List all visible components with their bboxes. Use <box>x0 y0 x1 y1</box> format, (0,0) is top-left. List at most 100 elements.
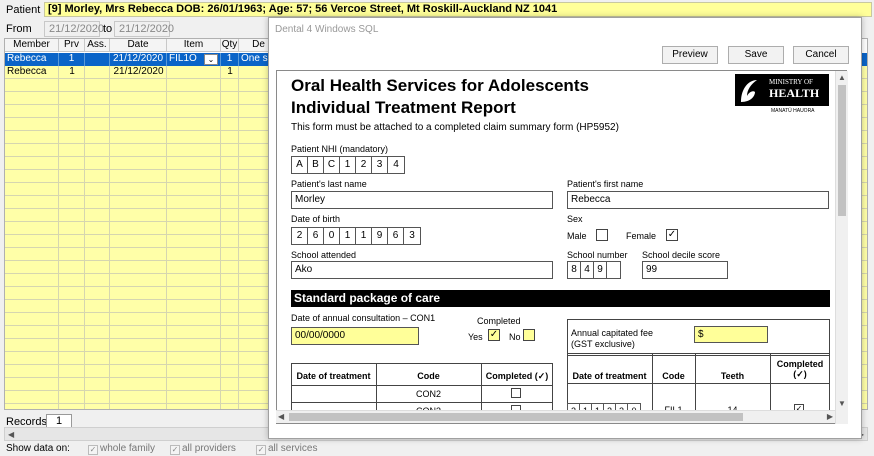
con2-checkbox[interactable] <box>511 388 521 398</box>
nhi-field[interactable]: A B C 1 2 3 4 <box>291 156 405 174</box>
report-document: Oral Health Services for Adolescents Ind… <box>276 70 847 424</box>
school-number-char: 9 <box>594 262 607 278</box>
capitated-fee-label-2: (GST exclusive) <box>571 339 635 349</box>
cell-item[interactable] <box>167 66 221 79</box>
section-heading: Standard package of care <box>291 290 830 307</box>
form-title-line2: Individual Treatment Report <box>291 98 516 117</box>
col-header-date[interactable]: Date <box>110 39 167 52</box>
school-label: School attended <box>291 250 357 260</box>
to-date-field[interactable]: 21/12/2020 <box>114 21 174 37</box>
nhi-char: A <box>292 157 308 173</box>
patient-info-bar: [9] Morley, Mrs Rebecca DOB: 26/01/1963;… <box>44 2 872 17</box>
form-title: Oral Health Services for Adolescents Ind… <box>291 75 589 119</box>
cell-ass <box>85 66 110 79</box>
yes-checkbox[interactable]: ✓ <box>488 329 500 341</box>
cell-qty: 1 <box>221 53 239 66</box>
first-name-label: Patient's first name <box>567 179 644 189</box>
scroll-left-icon[interactable]: ◀ <box>8 430 14 439</box>
document-vertical-scrollbar[interactable]: ▲ ▼ <box>835 71 848 424</box>
col-completed: Completed (✓) <box>776 359 824 379</box>
table-divider <box>567 383 830 384</box>
cell-date: 21/12/2020 <box>110 53 167 66</box>
col-code: Code <box>662 371 685 381</box>
cell-prv: 1 <box>69 66 75 77</box>
cell-qty: 1 <box>227 66 233 77</box>
nhi-char: 3 <box>372 157 388 173</box>
female-checkbox[interactable]: ✓ <box>666 229 678 241</box>
form-subtitle: This form must be attached to a complete… <box>291 122 619 133</box>
ministry-logo: MINISTRY OF HEALTH MANATŪ HAUORA <box>735 74 829 114</box>
col-header-item[interactable]: Item <box>167 39 221 52</box>
cell-member: Rebecca <box>5 53 59 66</box>
nhi-label: Patient NHI (mandatory) <box>291 144 389 154</box>
preview-button[interactable]: Preview <box>662 46 718 64</box>
last-name-label: Patient's last name <box>291 179 367 189</box>
cancel-button[interactable]: Cancel <box>793 46 849 64</box>
vertical-scroll-thumb[interactable] <box>838 85 846 216</box>
document-horizontal-scrollbar[interactable]: ◀ ▶ <box>276 410 835 423</box>
dob-char: 9 <box>372 228 388 244</box>
school-number-char <box>607 262 620 278</box>
col-header-member[interactable]: Member <box>5 39 59 52</box>
dob-char: 6 <box>388 228 404 244</box>
no-checkbox[interactable] <box>523 329 535 341</box>
all-services-option[interactable]: ✓ all services <box>256 443 317 455</box>
save-button[interactable]: Save <box>728 46 784 64</box>
checkbox-icon[interactable]: ✓ <box>170 445 180 455</box>
table-divider <box>291 402 553 403</box>
nhi-char: C <box>324 157 340 173</box>
capitated-fee-label-1: Annual capitated fee <box>571 328 654 338</box>
cell-item-text: FIL1O <box>169 53 197 64</box>
col-date-of-treatment: Date of treatment <box>572 371 647 381</box>
col-date-of-treatment: Date of treatment <box>296 371 371 381</box>
school-number-field[interactable]: 8 4 9 <box>567 261 621 279</box>
dob-field[interactable]: 2 6 0 1 1 9 6 3 <box>291 227 421 245</box>
dob-char: 0 <box>324 228 340 244</box>
dob-char: 3 <box>409 230 415 241</box>
logo-line1: MINISTRY OF <box>769 78 813 86</box>
dob-char: 1 <box>356 228 372 244</box>
col-header-qty[interactable]: Qty <box>221 39 239 52</box>
chevron-down-icon[interactable]: ⌄ <box>204 54 218 65</box>
from-label: From <box>6 23 32 35</box>
dialog-title: Dental 4 Windows SQL <box>275 24 379 35</box>
dob-char: 2 <box>292 228 308 244</box>
checkbox-icon[interactable]: ✓ <box>256 445 266 455</box>
scroll-up-icon[interactable]: ▲ <box>838 73 846 82</box>
checkbox-icon[interactable]: ✓ <box>88 445 98 455</box>
cell-ass <box>85 53 110 66</box>
first-name-field[interactable]: Rebecca <box>567 191 829 209</box>
records-count: 1 <box>46 414 72 428</box>
scroll-right-icon[interactable]: ▶ <box>827 412 833 421</box>
school-field[interactable]: Ako <box>291 261 553 279</box>
all-providers-option[interactable]: ✓ all providers <box>170 443 236 455</box>
col-header-ass[interactable]: Ass. <box>85 39 110 52</box>
yes-label: Yes <box>468 332 483 342</box>
female-label: Female <box>626 231 657 241</box>
dob-char: 6 <box>308 228 324 244</box>
horizontal-scroll-thumb[interactable] <box>289 413 743 421</box>
fee-field[interactable]: $ <box>694 326 768 343</box>
scroll-left-icon[interactable]: ◀ <box>278 412 284 421</box>
col-header-prv[interactable]: Prv <box>59 39 85 52</box>
col-code: Code <box>417 371 440 381</box>
annual-consult-date-field[interactable]: 00/00/0000 <box>291 327 419 345</box>
male-checkbox[interactable] <box>596 229 608 241</box>
report-dialog: Dental 4 Windows SQL Preview Save Cancel… <box>268 17 862 439</box>
code-con2: CON2 <box>415 389 441 399</box>
all-services-label: all services <box>268 443 318 454</box>
dob-char: 1 <box>340 228 356 244</box>
cell-item[interactable]: FIL1O ⌄ <box>167 53 221 66</box>
nhi-char: 4 <box>393 159 399 170</box>
all-providers-label: all providers <box>182 443 236 454</box>
form-title-line1: Oral Health Services for Adolescents <box>291 76 589 95</box>
cell-prv: 1 <box>59 53 85 66</box>
scroll-down-icon[interactable]: ▼ <box>838 399 846 408</box>
whole-family-label: whole family <box>100 443 156 454</box>
decile-label: School decile score <box>642 250 721 260</box>
decile-field[interactable]: 99 <box>642 261 728 279</box>
whole-family-option[interactable]: ✓ whole family <box>88 443 155 455</box>
last-name-field[interactable]: Morley <box>291 191 553 209</box>
school-number-label: School number <box>567 250 628 260</box>
from-date-field[interactable]: 21/12/2020 <box>44 21 104 37</box>
